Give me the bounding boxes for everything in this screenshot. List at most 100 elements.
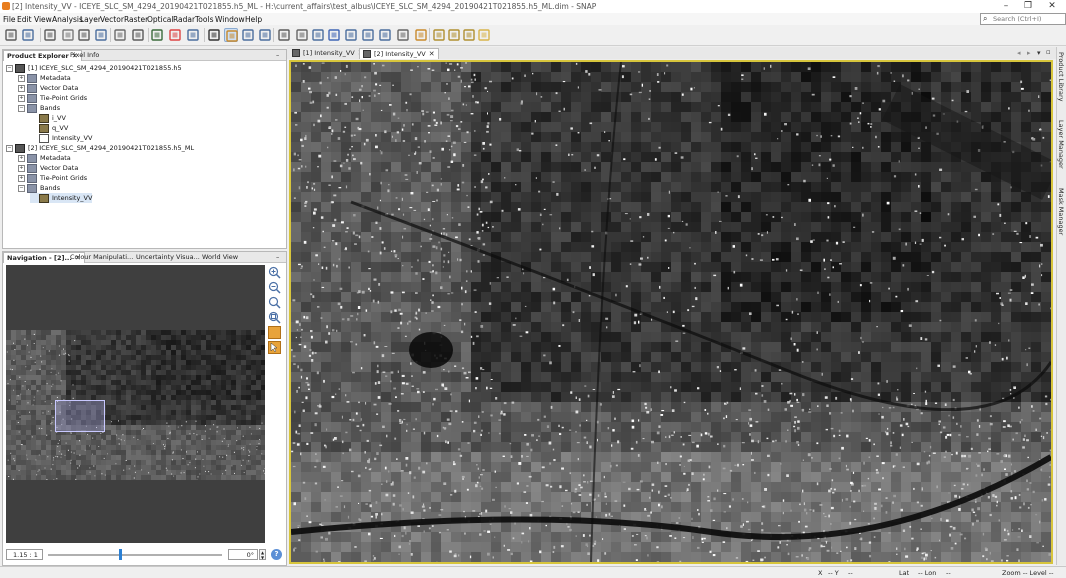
tree-item-folder[interactable]: +Tie-Point Grids [18,173,87,183]
sar-image-view[interactable] [289,60,1053,564]
tab-colour-manipulation[interactable]: Colour Manipulati... [67,252,136,262]
polygon-tool-icon[interactable] [344,28,358,42]
zoom-all-icon[interactable] [268,311,281,324]
open-product-icon[interactable] [4,28,18,42]
session-icon[interactable] [43,28,57,42]
search-input[interactable] [993,14,1063,24]
rail-mask-manager[interactable]: Mask Manager [1057,188,1065,235]
tree-item-vband[interactable]: Intensity_VV [30,133,92,143]
gcp-placement-icon[interactable] [277,28,291,42]
select-tool-icon[interactable] [207,28,221,42]
tree-item-product[interactable]: −[2] ICEYE_SLC_SM_4294_20190421T021855.h… [6,143,194,153]
tab-world-view[interactable]: World View [199,252,241,262]
scale-field[interactable]: 1.15 : 1 [6,549,43,560]
graph-builder-icon[interactable] [94,28,108,42]
tree-item-band[interactable]: q_VV [30,123,68,133]
menu-raster[interactable]: Raster [124,15,148,24]
menu-edit[interactable]: Edit [17,15,32,24]
tree-item-folder[interactable]: +Tie-Point Grids [18,93,87,103]
expand-icon[interactable]: + [18,75,25,82]
menu-file[interactable]: File [3,15,16,24]
visible-area-rectangle[interactable] [55,400,105,432]
tile-horizontal-icon[interactable] [432,28,446,42]
rotation-spinner[interactable]: ▲▼ [259,549,266,560]
tree-item-product[interactable]: −[1] ICEYE_SLC_SM_4294_20190421T021855.h… [6,63,182,73]
expand-icon[interactable]: + [18,155,25,162]
search-box[interactable]: ⌕ [980,13,1066,25]
sync-views-icon[interactable] [268,326,281,339]
menu-layer[interactable]: Layer [80,15,101,24]
polyline-tool-icon[interactable] [311,28,325,42]
menu-analysis[interactable]: Analysis [52,15,83,24]
vector-icon[interactable] [150,28,164,42]
menu-help[interactable]: Help [245,15,262,24]
tab-pixel-info[interactable]: Pixel Info [67,50,102,60]
collapse-icon[interactable]: − [6,65,13,72]
navigation-overview[interactable] [6,265,265,543]
tree-item-folder[interactable]: +Metadata [18,73,71,83]
editor-tab-2-intensity-vv[interactable]: [2] Intensity_VV✕ [359,48,439,59]
menu-view[interactable]: View [34,15,52,24]
tree-item-folder[interactable]: +Vector Data [18,83,78,93]
line-tool-icon[interactable] [295,28,309,42]
measure-icon[interactable] [414,28,428,42]
tile-evenly-icon[interactable] [462,28,476,42]
menu-tools[interactable]: Tools [195,15,213,24]
ellipse-icon[interactable] [131,28,145,42]
tree-item-band[interactable]: Intensity_VV [30,193,92,203]
tree-item-folder[interactable]: +Metadata [18,153,71,163]
collapse-icon[interactable]: − [6,145,13,152]
editor-tab-1-intensity-vv[interactable]: [1] Intensity_VV✕ [289,48,367,58]
scroll-tabs-right-icon[interactable]: ▸ [1027,49,1031,57]
zoom-region-icon[interactable] [258,28,272,42]
expand-icon[interactable]: + [18,175,25,182]
rotation-angle-field[interactable]: 0° [228,549,258,560]
tab-list-icon[interactable]: ▾ [1037,49,1041,57]
tree-item-folder[interactable]: −Bands [18,183,60,193]
close-button[interactable]: ✕ [1041,1,1063,12]
tab-uncertainty-visualisation[interactable]: Uncertainty Visua... [133,252,203,262]
menu-radar[interactable]: Radar [173,15,195,24]
expand-icon[interactable]: + [18,85,25,92]
zoom-out-icon[interactable] [268,281,281,294]
zoom-tool-icon[interactable] [241,28,255,42]
folder-icon[interactable] [477,28,491,42]
gcp-tool-icon[interactable] [61,28,75,42]
tree-item-band[interactable]: i_VV [30,113,66,123]
minimize-button[interactable]: – [995,1,1017,12]
minimize-panel-icon[interactable]: – [273,252,282,262]
rail-product-library[interactable]: Product Library [1057,52,1065,101]
zoom-actual-icon[interactable] [268,296,281,309]
gcp-icon[interactable] [113,28,127,42]
help-button[interactable]: ? [271,549,282,560]
tile-icon[interactable] [396,28,410,42]
tree-item-folder[interactable]: +Vector Data [18,163,78,173]
collapse-icon[interactable]: − [18,105,25,112]
rgb-icon[interactable] [168,28,182,42]
rectangle-tool-icon[interactable] [327,28,341,42]
mask-icon[interactable] [186,28,200,42]
menu-window[interactable]: Window [215,15,245,24]
menu-optical[interactable]: Optical [147,15,174,24]
maximize-button[interactable]: ❐ [1017,1,1039,12]
expand-icon[interactable]: + [18,95,25,102]
save-product-icon[interactable] [21,28,35,42]
range-finder-icon[interactable] [378,28,392,42]
ellipse-tool-icon[interactable] [361,28,375,42]
zoom-slider-thumb[interactable] [119,549,122,560]
zoom-slider-track[interactable] [48,554,222,556]
scroll-tabs-left-icon[interactable]: ◂ [1017,49,1021,57]
menu-vector[interactable]: Vector [100,15,124,24]
rail-layer-manager[interactable]: Layer Manager [1057,120,1065,169]
pan-tool-icon[interactable] [224,28,238,42]
sync-cursor-icon[interactable] [268,341,281,354]
collapse-icon[interactable]: − [18,185,25,192]
tile-vertical-icon[interactable] [447,28,461,42]
tree-item-folder[interactable]: −Bands [18,103,60,113]
zoom-in-icon[interactable] [268,266,281,279]
close-icon[interactable]: ✕ [429,50,435,58]
minimize-panel-icon[interactable]: – [273,50,282,60]
maximize-editor-icon[interactable]: ▫ [1046,48,1051,56]
pin-tool-icon[interactable] [77,28,91,42]
expand-icon[interactable]: + [18,165,25,172]
